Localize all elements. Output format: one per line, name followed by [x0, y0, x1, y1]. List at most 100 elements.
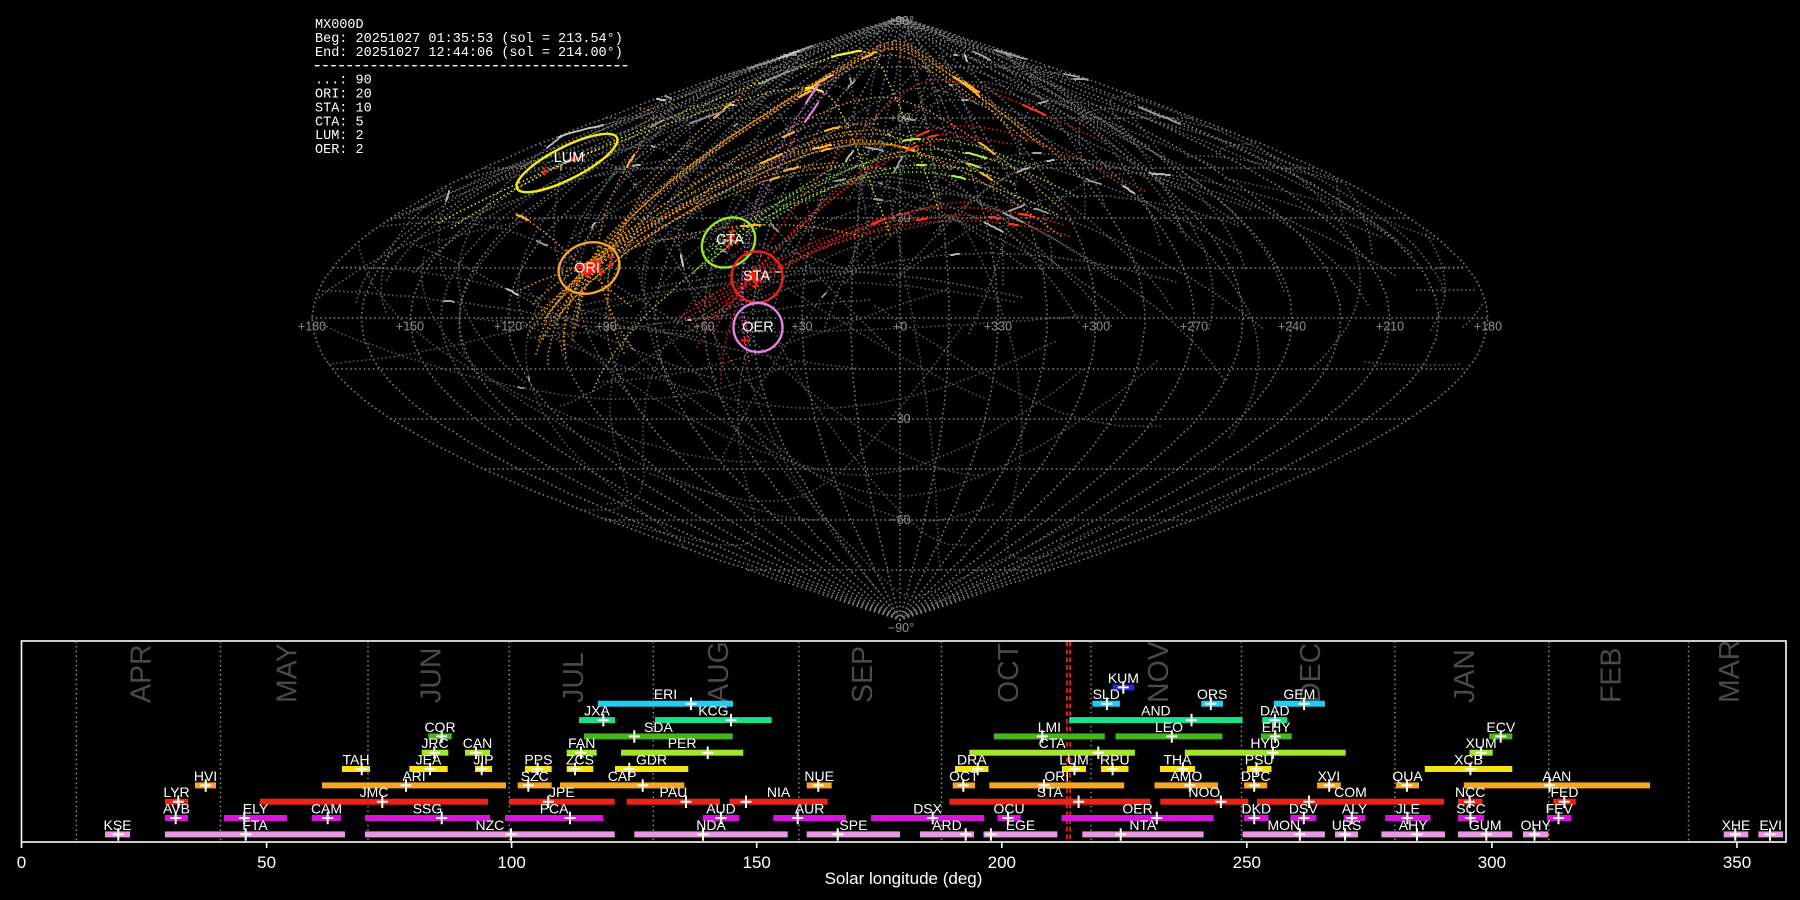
svg-text:OHY: OHY: [1521, 817, 1552, 833]
svg-text:SDA: SDA: [644, 719, 673, 735]
svg-text:100: 100: [497, 853, 525, 872]
svg-text:JAN: JAN: [1449, 649, 1481, 703]
svg-text:PER: PER: [668, 735, 697, 751]
svg-text:STA: 10: STA: 10: [315, 101, 372, 116]
svg-text:FEV: FEV: [1546, 801, 1574, 817]
svg-text:OER: OER: [742, 320, 773, 336]
svg-text:NZC: NZC: [476, 817, 505, 833]
svg-text:End: 20251027 12:44:06 (sol =: End: 20251027 12:44:06 (sol = 214.00°): [315, 46, 623, 61]
svg-text:ORI: 20: ORI: 20: [315, 88, 372, 103]
svg-text:ORS: ORS: [1197, 686, 1227, 702]
svg-text:MAR: MAR: [1714, 640, 1746, 703]
svg-text:+30: +30: [889, 211, 910, 225]
svg-text:MX000D: MX000D: [315, 18, 364, 33]
svg-text:NTA: NTA: [1129, 817, 1157, 833]
svg-text:LYR: LYR: [163, 784, 189, 800]
svg-text:SEP: SEP: [847, 646, 879, 703]
svg-text:EHY: EHY: [1262, 719, 1291, 735]
svg-text:CAN: CAN: [463, 735, 493, 751]
svg-text:GDR: GDR: [636, 752, 667, 768]
svg-text:+270: +270: [1180, 320, 1208, 334]
svg-text:LUM: LUM: [554, 150, 585, 166]
svg-text:OCU: OCU: [994, 801, 1025, 817]
svg-text:350: 350: [1723, 853, 1751, 872]
svg-text:LEO: LEO: [1155, 719, 1183, 735]
svg-text:−60: −60: [889, 513, 910, 527]
svg-text:−90°: −90°: [888, 621, 914, 635]
svg-text:COR: COR: [424, 719, 455, 735]
svg-text:CAP: CAP: [608, 768, 637, 784]
svg-text:+0: +0: [893, 320, 907, 334]
svg-text:...: 90: ...: 90: [315, 74, 372, 89]
svg-text:FEB: FEB: [1596, 648, 1628, 703]
svg-text:LUM: 2: LUM: 2: [315, 129, 364, 144]
svg-text:SZC: SZC: [521, 768, 549, 784]
svg-text:EGE: EGE: [1006, 817, 1036, 833]
svg-text:+180: +180: [298, 320, 326, 334]
svg-text:ERI: ERI: [654, 686, 677, 702]
svg-text:DRA: DRA: [957, 752, 987, 768]
svg-text:KCG: KCG: [698, 703, 728, 719]
svg-text:ELY: ELY: [243, 801, 269, 817]
svg-text:0: 0: [17, 853, 26, 872]
svg-text:AHY: AHY: [1399, 817, 1428, 833]
svg-text:DSX: DSX: [913, 801, 942, 817]
svg-text:JEA: JEA: [416, 752, 442, 768]
svg-text:GUM: GUM: [1469, 817, 1502, 833]
svg-text:AUR: AUR: [795, 801, 825, 817]
svg-text:ALY: ALY: [1342, 801, 1368, 817]
svg-text:ORI: ORI: [574, 261, 600, 277]
svg-text:Solar longitude (deg): Solar longitude (deg): [825, 869, 983, 888]
svg-text:SPE: SPE: [839, 817, 867, 833]
svg-text:DKD: DKD: [1242, 801, 1272, 817]
svg-text:+210: +210: [1376, 320, 1404, 334]
svg-text:+60: +60: [693, 320, 714, 334]
svg-text:RPU: RPU: [1100, 752, 1130, 768]
svg-text:URS: URS: [1332, 817, 1362, 833]
svg-text:COM: COM: [1334, 784, 1367, 800]
svg-text:STA: STA: [743, 269, 770, 285]
svg-text:SSG: SSG: [413, 801, 443, 817]
svg-text:+120: +120: [494, 320, 522, 334]
svg-text:OER: 2: OER: 2: [315, 143, 364, 158]
svg-text:PSU: PSU: [1245, 752, 1274, 768]
svg-text:+300: +300: [1082, 320, 1110, 334]
svg-text:NOO: NOO: [1188, 784, 1220, 800]
svg-text:+150: +150: [396, 320, 424, 334]
svg-text:TAH: TAH: [343, 752, 370, 768]
svg-text:MON: MON: [1267, 817, 1300, 833]
svg-text:JPE: JPE: [549, 784, 575, 800]
svg-text:+330: +330: [984, 320, 1012, 334]
svg-text:AAN: AAN: [1543, 768, 1572, 784]
svg-text:150: 150: [743, 853, 771, 872]
svg-text:STA: STA: [1037, 784, 1064, 800]
svg-text:−30: −30: [889, 412, 910, 426]
svg-text:JUN: JUN: [416, 648, 448, 703]
svg-text:+180: +180: [1474, 320, 1502, 334]
svg-text:+30: +30: [791, 320, 812, 334]
svg-text:OER: OER: [1122, 801, 1152, 817]
svg-text:APR: APR: [125, 644, 157, 703]
svg-text:+60: +60: [889, 111, 910, 125]
svg-text:NIA: NIA: [767, 784, 791, 800]
svg-text:CTA: 5: CTA: 5: [315, 115, 364, 130]
svg-text:GEM: GEM: [1283, 686, 1315, 702]
svg-text:+90°: +90°: [888, 14, 914, 28]
svg-text:JMC: JMC: [360, 784, 389, 800]
svg-text:50: 50: [257, 853, 276, 872]
svg-text:JUL: JUL: [558, 652, 590, 703]
svg-text:LMI: LMI: [1038, 719, 1061, 735]
svg-text:250: 250: [1233, 853, 1261, 872]
svg-text:AMO: AMO: [1170, 768, 1202, 784]
svg-text:Beg: 20251027 01:35:53 (sol =: Beg: 20251027 01:35:53 (sol = 213.54°): [315, 32, 623, 47]
svg-text:JXA: JXA: [584, 703, 610, 719]
svg-text:AUG: AUG: [703, 641, 735, 703]
svg-text:ORI: ORI: [1044, 768, 1069, 784]
svg-text:CAM: CAM: [311, 801, 342, 817]
svg-text:XCB: XCB: [1454, 752, 1483, 768]
svg-text:AND: AND: [1141, 703, 1171, 719]
svg-text:NOV: NOV: [1143, 641, 1175, 703]
svg-text:OCT: OCT: [993, 643, 1025, 703]
svg-text:THA: THA: [1164, 752, 1193, 768]
svg-text:+90: +90: [595, 320, 616, 334]
